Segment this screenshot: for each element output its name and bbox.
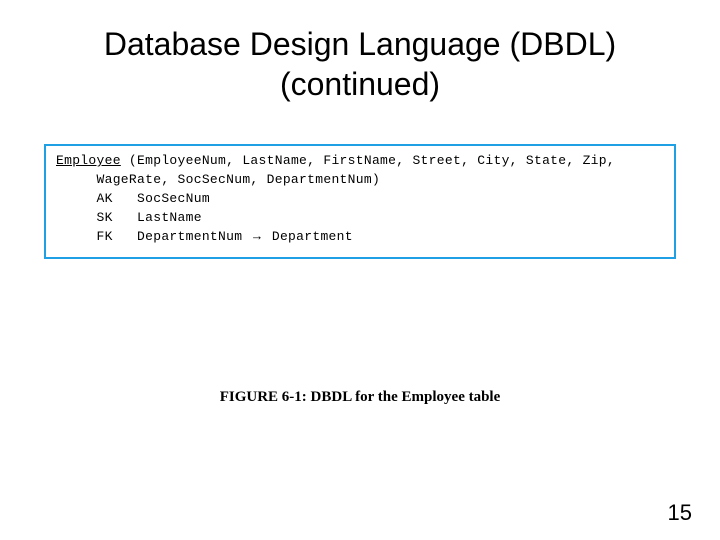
foreign-key-line: FK DepartmentNum → Department	[56, 229, 353, 244]
fk-target: Department	[264, 229, 353, 244]
secondary-key-line: SK LastName	[56, 210, 202, 225]
dbdl-code-box: Employee (EmployeeNum, LastName, FirstNa…	[44, 144, 676, 259]
title-line-1: Database Design Language (DBDL)	[104, 26, 616, 62]
figure-caption: FIGURE 6-1: DBDL for the Employee table	[36, 389, 684, 406]
page-number: 15	[668, 500, 692, 526]
fk-prefix: FK DepartmentNum	[56, 229, 250, 244]
arrow-icon: →	[250, 228, 263, 243]
slide-title: Database Design Language (DBDL) (continu…	[36, 24, 684, 104]
alternate-key-line: AK SocSecNum	[56, 191, 210, 206]
attr-list-line-2: WageRate, SocSecNum, DepartmentNum)	[56, 172, 380, 187]
entity-name: Employee	[56, 153, 121, 168]
title-line-2: (continued)	[280, 66, 440, 102]
attr-list-line-1: (EmployeeNum, LastName, FirstName, Stree…	[121, 153, 615, 168]
slide: Database Design Language (DBDL) (continu…	[0, 0, 720, 540]
